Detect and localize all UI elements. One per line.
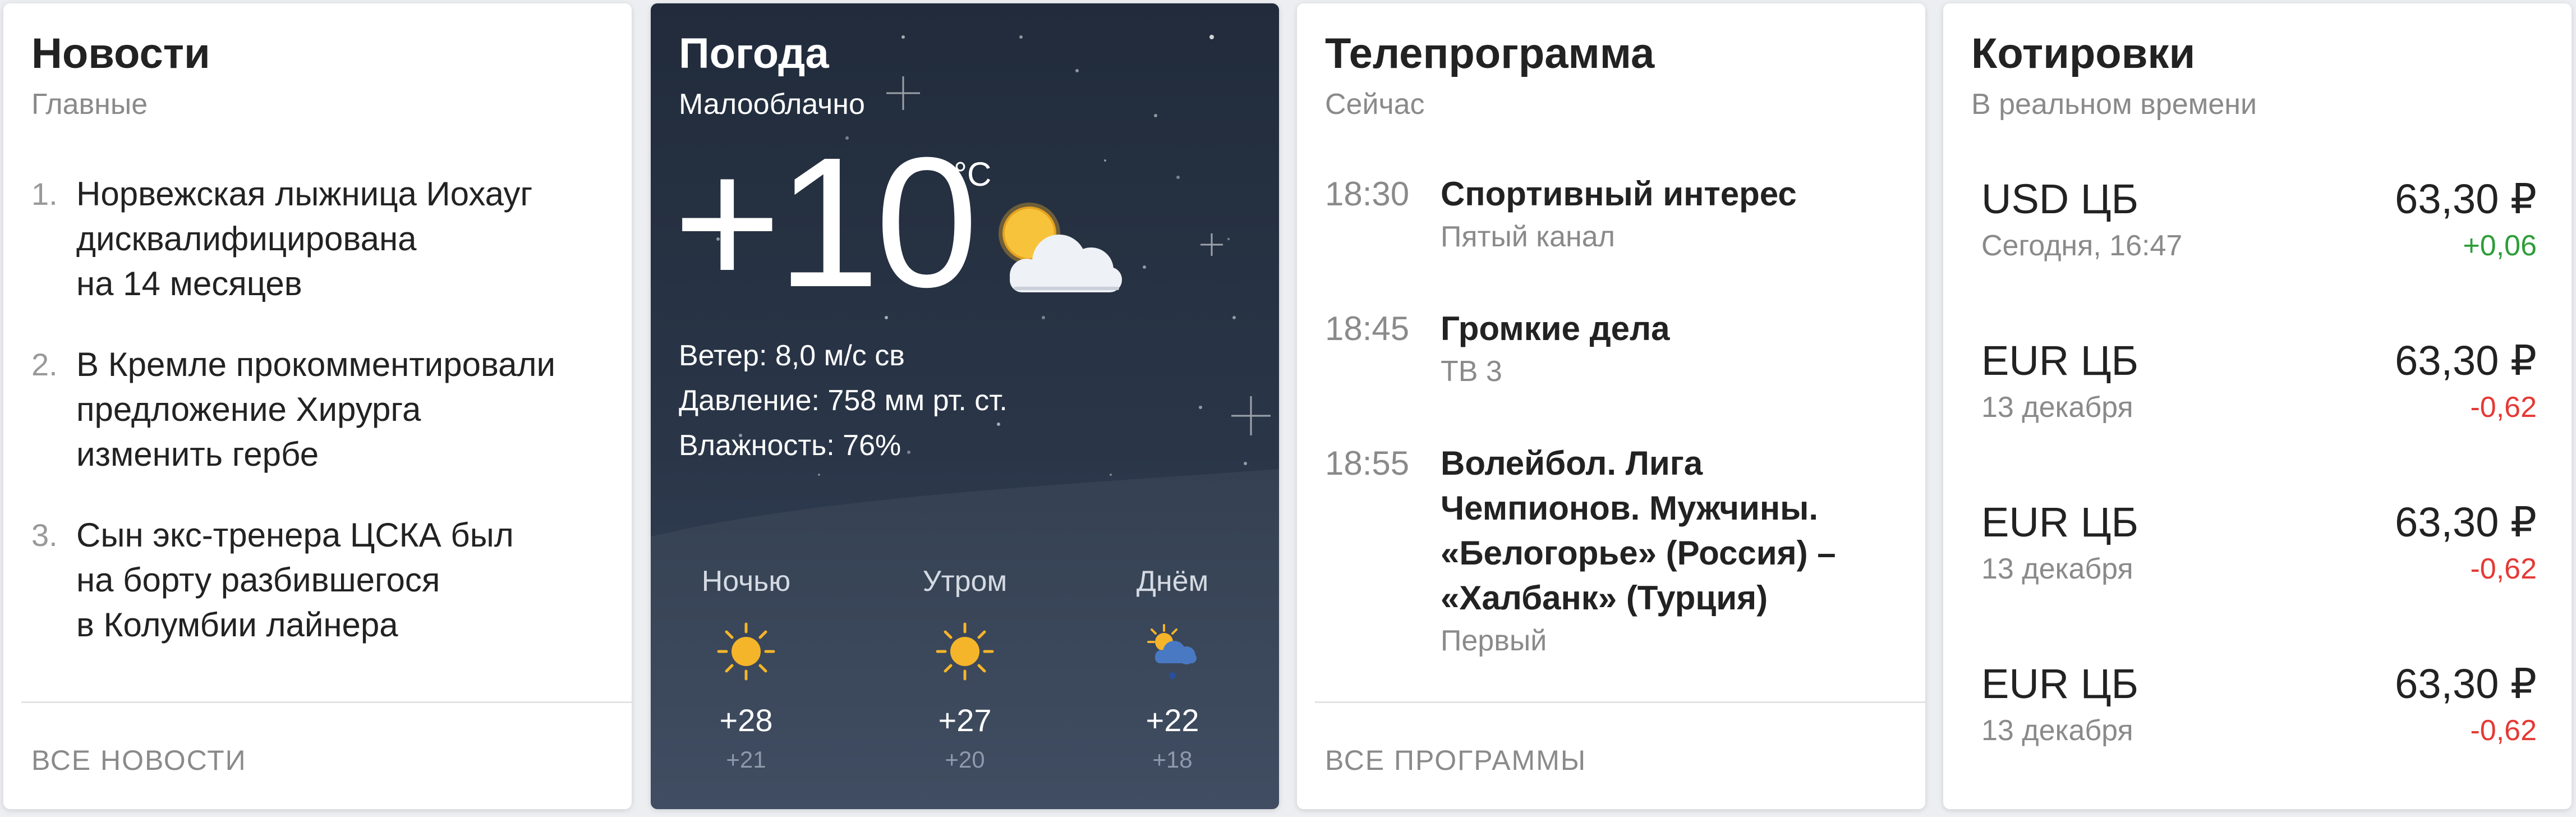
quote-row[interactable]: USD ЦБ Сегодня, 16:47 63,30 ₽ +0,06 xyxy=(1981,175,2537,287)
forecast-day[interactable]: Днём +22 +18 xyxy=(1088,564,1257,773)
tv-program-title[interactable]: Спортивный интерес xyxy=(1441,172,1908,217)
tv-subtitle: Сейчас xyxy=(1325,88,1425,121)
tv-program-channel: Первый xyxy=(1441,625,1547,657)
temperature-unit: °C xyxy=(954,155,992,193)
quote-date: Сегодня, 16:47 xyxy=(1981,230,2183,262)
forecast-temp-min: +21 xyxy=(726,746,766,773)
forecast-morning[interactable]: Утром +27 +20 xyxy=(881,564,1049,773)
forecast-night[interactable]: Ночью +28 +21 xyxy=(662,564,830,773)
news-item-link[interactable]: Норвежская лыжница Иохауг дисквалифициро… xyxy=(76,172,615,306)
news-item[interactable]: 1. Норвежская лыжница Иохауг дисквалифиц… xyxy=(31,172,615,306)
quote-date: 13 декабря xyxy=(1981,553,2133,585)
quotes-subtitle: В реальном времени xyxy=(1971,88,2257,121)
forecast-part-label: Утром xyxy=(922,565,1008,598)
news-item-number: 2. xyxy=(31,347,58,382)
tv-title[interactable]: Телепрограмма xyxy=(1325,29,1654,78)
news-item[interactable]: 2. В Кремле прокомментировали предложени… xyxy=(31,342,615,477)
news-item[interactable]: 3. Сын экс-тренера ЦСКА был на борту раз… xyxy=(31,513,615,648)
all-news-link[interactable]: ВСЕ НОВОСТИ xyxy=(31,744,247,777)
forecast-temp: +28 xyxy=(719,703,773,738)
news-title[interactable]: Новости xyxy=(31,29,210,78)
quote-change: -0,62 xyxy=(2470,714,2537,747)
quote-change: -0,62 xyxy=(2470,553,2537,585)
sun-icon xyxy=(936,622,994,681)
quote-row[interactable]: EUR ЦБ 13 декабря 63,30 ₽ -0,62 xyxy=(1981,660,2537,772)
tv-program-title[interactable]: Волейбол. Лига Чемпионов. Мужчины. «Бело… xyxy=(1441,441,1908,621)
tv-program-item[interactable]: 18:30 Спортивный интерес Пятый канал xyxy=(1325,172,1908,254)
quote-currency: EUR ЦБ xyxy=(1981,660,2139,707)
news-item-number: 3. xyxy=(31,517,58,553)
sun-cloud-icon xyxy=(999,203,1122,292)
quote-change: +0,06 xyxy=(2463,230,2537,262)
tv-program-channel: ТВ 3 xyxy=(1441,355,1502,388)
forecast-temp-min: +20 xyxy=(945,746,985,773)
tv-program-time: 18:45 xyxy=(1325,310,1410,347)
quote-row[interactable]: EUR ЦБ 13 декабря 63,30 ₽ -0,62 xyxy=(1981,337,2537,449)
quotes-card: Котировки В реальном времени USD ЦБ Сего… xyxy=(1943,3,2572,809)
quote-value: 63,30 ₽ xyxy=(2395,660,2537,707)
tv-program-item[interactable]: 18:45 Громкие дела ТВ 3 xyxy=(1325,306,1908,388)
news-item-number: 1. xyxy=(31,176,58,212)
forecast-part-label: Ночью xyxy=(701,565,791,598)
forecast-temp: +27 xyxy=(938,703,992,738)
news-divider xyxy=(21,701,632,703)
tv-divider xyxy=(1315,701,1925,703)
tv-program-time: 18:55 xyxy=(1325,444,1410,482)
quote-currency: EUR ЦБ xyxy=(1981,499,2139,545)
quote-value: 63,30 ₽ xyxy=(2395,337,2537,384)
weather-title[interactable]: Погода xyxy=(679,29,829,78)
quote-value: 63,30 ₽ xyxy=(2395,499,2537,545)
news-card: Новости Главные 1. Норвежская лыжница Ио… xyxy=(3,3,632,809)
current-temperature: +10 xyxy=(673,118,978,325)
all-programs-link[interactable]: ВСЕ ПРОГРАММЫ xyxy=(1325,744,1586,777)
news-item-link[interactable]: В Кремле прокомментировали предложение Х… xyxy=(76,342,615,477)
tv-program-time: 18:30 xyxy=(1325,175,1410,213)
news-item-link[interactable]: Сын экс-тренера ЦСКА был на борту разбив… xyxy=(76,513,615,648)
quote-value: 63,30 ₽ xyxy=(2395,176,2537,222)
news-subtitle: Главные xyxy=(31,88,148,121)
quote-row[interactable]: EUR ЦБ 13 декабря 63,30 ₽ -0,62 xyxy=(1981,498,2537,611)
tv-program-item[interactable]: 18:55 Волейбол. Лига Чемпионов. Мужчины.… xyxy=(1325,441,1908,658)
tv-program-title[interactable]: Громкие дела xyxy=(1441,306,1908,351)
forecast-temp: +22 xyxy=(1146,703,1199,738)
wind-info: Ветер: 8,0 м/с св xyxy=(679,339,905,372)
weather-condition: Малооблачно xyxy=(679,88,865,121)
quote-change: -0,62 xyxy=(2470,391,2537,424)
humidity-info: Влажность: 76% xyxy=(679,429,901,462)
tv-card: Телепрограмма Сейчас 18:30 Спортивный ин… xyxy=(1297,3,1925,809)
quote-currency: EUR ЦБ xyxy=(1981,337,2139,384)
quote-date: 13 декабря xyxy=(1981,714,2133,747)
quotes-title[interactable]: Котировки xyxy=(1971,29,2195,78)
sun-icon xyxy=(717,622,775,681)
forecast-temp-min: +18 xyxy=(1152,746,1193,773)
quote-date: 13 декабря xyxy=(1981,391,2133,424)
forecast-part-label: Днём xyxy=(1136,565,1209,598)
sun-cloud-rain-icon xyxy=(1147,624,1197,679)
quote-currency: USD ЦБ xyxy=(1981,176,2139,222)
weather-card[interactable]: Погода Малооблачно +10 °C Ветер: 8,0 м/с… xyxy=(651,3,1279,809)
pressure-info: Давление: 758 мм рт. ст. xyxy=(679,384,1008,417)
tv-program-channel: Пятый канал xyxy=(1441,221,1616,253)
